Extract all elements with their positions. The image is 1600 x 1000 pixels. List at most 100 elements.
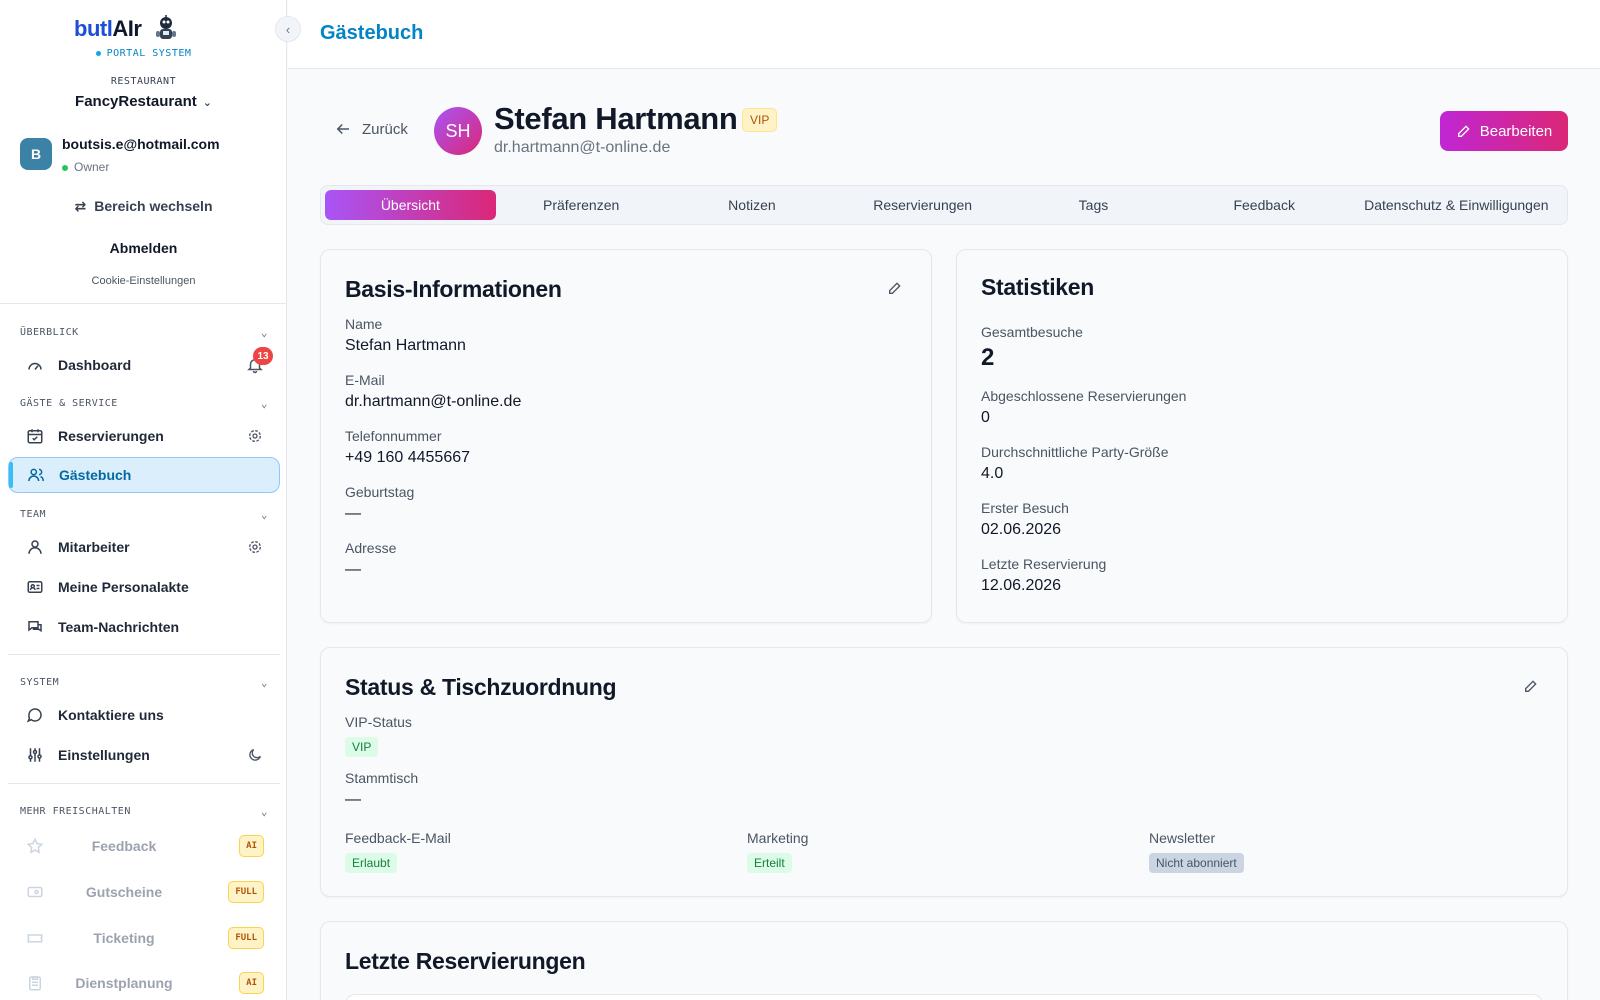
section-overview[interactable]: ÜBERBLICK ⌄ xyxy=(20,326,268,339)
portal-label: PORTAL SYSTEM xyxy=(0,48,286,59)
gear-icon[interactable] xyxy=(246,427,264,445)
pencil-icon[interactable] xyxy=(1523,678,1539,694)
logout-button[interactable]: Abmelden xyxy=(0,240,286,256)
recent-reservations-card: Letzte Reservierungen xyxy=(320,921,1568,1000)
stats-card: Statistiken Gesamtbesuche 2 Abgeschlossen… xyxy=(956,249,1568,623)
field-marketing: Marketing Erteilt xyxy=(747,830,808,873)
stat-avg-party-size: Durchschnittliche Party-Größe 4.0 xyxy=(981,444,1169,482)
edit-button[interactable]: Bearbeiten xyxy=(1440,111,1568,151)
tab-reservations[interactable]: Reservierungen xyxy=(837,190,1008,220)
sidebar-item-team-messages[interactable]: Team-Nachrichten xyxy=(8,609,280,645)
chevron-left-icon: ‹ xyxy=(285,21,291,37)
tab-notes[interactable]: Notizen xyxy=(667,190,838,220)
field-feedback-email: Feedback-E-Mail Erlaubt xyxy=(345,830,451,873)
status-badge: Erteilt xyxy=(747,853,792,873)
message-icon xyxy=(26,706,44,724)
star-icon xyxy=(26,837,44,855)
switch-icon: ⇄ xyxy=(74,198,87,214)
tab-tags[interactable]: Tags xyxy=(1008,190,1179,220)
section-unlock-more[interactable]: MEHR FREISCHALTEN ⌄ xyxy=(20,805,268,818)
status-card: Status & Tischzuordnung VIP-Status VIP St… xyxy=(320,647,1568,897)
guest-tabs: Übersicht Präferenzen Notizen Reservieru… xyxy=(320,185,1568,225)
brand-logo[interactable]: butlAIr xyxy=(74,14,181,44)
card-title: Letzte Reservierungen xyxy=(345,948,586,974)
bell-icon[interactable]: 13 xyxy=(246,347,273,374)
field-birthday: Geburtstag — xyxy=(345,484,415,522)
sidebar-item-personnel-file[interactable]: Meine Personalakte xyxy=(8,569,280,605)
sliders-icon xyxy=(26,746,44,764)
chevron-down-icon: ⌄ xyxy=(260,326,268,339)
reservations-table xyxy=(345,994,1543,1000)
restaurant-label: RESTAURANT xyxy=(110,76,177,87)
divider xyxy=(8,783,280,784)
guest-avatar: SH xyxy=(434,107,482,155)
voucher-icon xyxy=(26,883,44,901)
moon-icon[interactable] xyxy=(246,746,264,764)
page-title: Gästebuch xyxy=(320,22,424,44)
pencil-icon xyxy=(1457,125,1470,137)
guest-name: Stefan Hartmann xyxy=(494,101,738,136)
sidebar-item-feedback-locked[interactable]: Feedback AI xyxy=(8,828,280,864)
user-profile[interactable]: B boutsis.e@hotmail.com Owner xyxy=(20,136,220,174)
tab-overview[interactable]: Übersicht xyxy=(325,190,496,220)
cookie-settings-link[interactable]: Cookie-Einstellungen xyxy=(0,275,286,287)
sidebar-item-scheduling-locked[interactable]: Dienstplanung AI xyxy=(8,965,280,1000)
status-badge: VIP xyxy=(345,737,379,757)
field-address: Adresse — xyxy=(345,540,397,578)
users-icon xyxy=(27,466,45,484)
tab-feedback[interactable]: Feedback xyxy=(1179,190,1350,220)
collapse-sidebar-button[interactable]: ‹ xyxy=(275,16,301,42)
back-button[interactable]: Zurück xyxy=(334,120,408,138)
pencil-icon[interactable] xyxy=(887,280,903,296)
sidebar-item-reservations[interactable]: Reservierungen xyxy=(8,418,280,454)
field-name: Name Stefan Hartmann xyxy=(345,316,466,354)
card-title: Status & Tischzuordnung xyxy=(345,674,617,700)
sidebar-item-ticketing-locked[interactable]: Ticketing FULL xyxy=(8,920,280,956)
card-title: Basis-Informationen xyxy=(345,276,562,302)
tier-badge: AI xyxy=(239,835,264,857)
field-regular-table: Stammtisch — xyxy=(345,770,419,808)
status-badge: Nicht abonniert xyxy=(1149,853,1244,873)
stat-first-visit: Erster Besuch 02.06.2026 xyxy=(981,500,1069,538)
stat-total-visits: Gesamtbesuche 2 xyxy=(981,324,1083,371)
vip-badge: VIP xyxy=(742,108,778,132)
sidebar-item-vouchers-locked[interactable]: Gutscheine FULL xyxy=(8,874,280,910)
user-email: boutsis.e@hotmail.com xyxy=(62,136,220,152)
field-vip-status: VIP-Status VIP xyxy=(345,714,412,757)
switch-area-button[interactable]: ⇄ Bereich wechseln xyxy=(0,198,286,215)
status-badge: Erlaubt xyxy=(345,853,398,873)
user-role: Owner xyxy=(62,160,220,174)
restaurant-selector[interactable]: FancyRestaurant ⌄ xyxy=(0,93,286,110)
chevron-down-icon: ⌄ xyxy=(260,805,268,818)
stat-completed-reservations: Abgeschlossene Reservierungen 0 xyxy=(981,388,1187,426)
sidebar-item-settings[interactable]: Einstellungen xyxy=(8,737,280,773)
section-guests[interactable]: GÄSTE & SERVICE ⌄ xyxy=(20,397,268,410)
tab-privacy-consents[interactable]: Datenschutz & Einwilligungen xyxy=(1350,190,1563,220)
id-card-icon xyxy=(26,578,44,596)
sidebar-item-dashboard[interactable]: Dashboard 13 xyxy=(8,347,280,383)
user-icon xyxy=(26,538,44,556)
tier-badge: AI xyxy=(239,972,264,994)
calendar-icon xyxy=(26,427,44,445)
chat-icon xyxy=(26,618,44,636)
gauge-icon xyxy=(26,356,44,374)
chevron-down-icon: ⌄ xyxy=(260,397,268,410)
guest-email: dr.hartmann@t-online.de xyxy=(494,139,671,156)
divider xyxy=(0,303,286,304)
field-phone: Telefonnummer +49 160 4455667 xyxy=(345,428,471,466)
arrow-left-icon xyxy=(336,123,349,135)
gear-icon[interactable] xyxy=(246,538,264,556)
top-bar: Gästebuch xyxy=(288,0,1600,69)
clipboard-icon xyxy=(26,974,44,992)
card-title: Statistiken xyxy=(981,274,1095,300)
sidebar-item-guestbook[interactable]: Gästebuch xyxy=(8,457,280,493)
sidebar-item-contact[interactable]: Kontaktiere uns xyxy=(8,697,280,733)
brand-name: butlAIr xyxy=(74,16,142,41)
divider xyxy=(8,654,280,655)
sidebar-item-staff[interactable]: Mitarbeiter xyxy=(8,529,280,565)
section-system[interactable]: SYSTEM ⌄ xyxy=(20,676,268,689)
robot-icon xyxy=(156,15,177,39)
tab-preferences[interactable]: Präferenzen xyxy=(496,190,667,220)
section-team[interactable]: TEAM ⌄ xyxy=(20,508,268,521)
avatar: B xyxy=(20,138,52,170)
